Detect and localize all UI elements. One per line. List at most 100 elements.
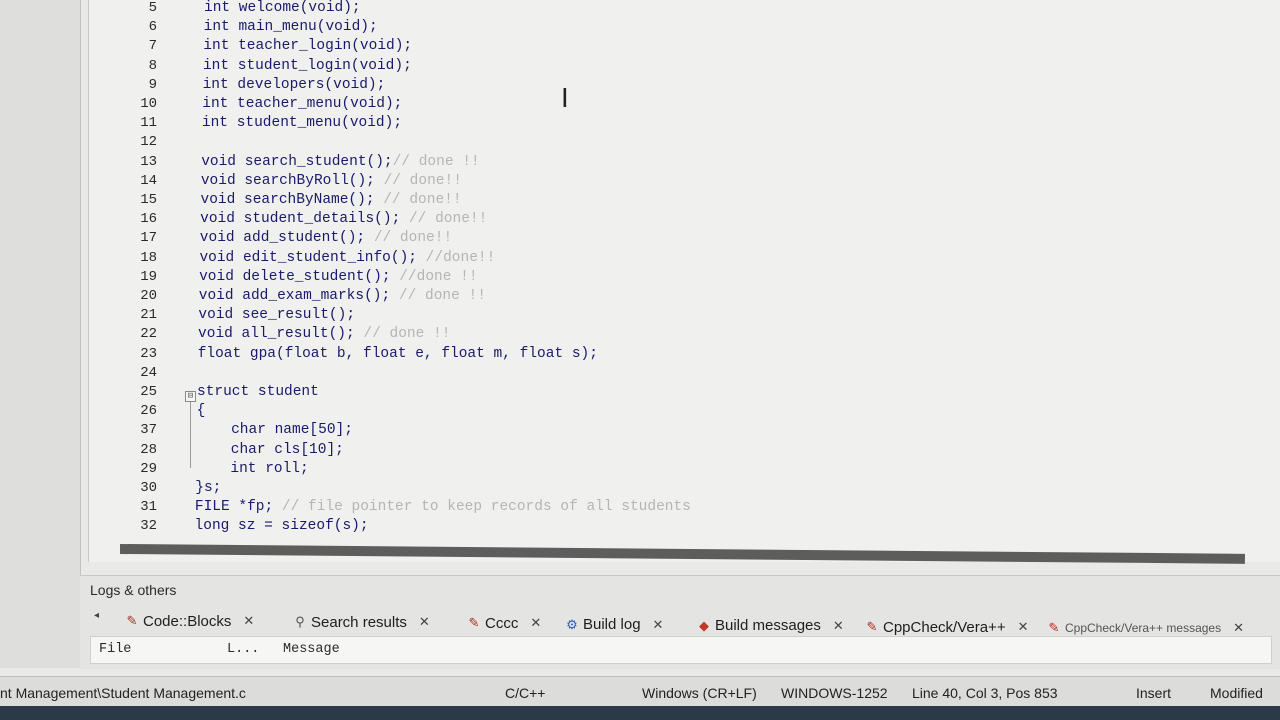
line-number: 6 — [148, 19, 157, 36]
code-text: void delete_student(); — [199, 268, 391, 285]
code-line[interactable]: void search_student();// done !! — [201, 154, 479, 170]
code-editor[interactable]: 5 6 7 8 9 10 11 12 13 14 15 16 17 18 19 20 21 22 23 24 25 26 3… — [88, 0, 1280, 562]
close-tab-icon[interactable]: ✕ — [1233, 620, 1244, 636]
line-number: 16 — [140, 211, 157, 228]
magnifier-icon: ⚲ — [295, 614, 305, 630]
line-number: 19 — [140, 268, 157, 285]
fold-guide-line — [190, 402, 191, 468]
code-line[interactable]: int roll; — [195, 460, 309, 477]
code-text: int student_menu(void); — [201, 115, 403, 132]
line-number: 24 — [140, 364, 157, 381]
column-message[interactable]: Message — [283, 642, 340, 657]
code-line[interactable]: void add_exam_marks(); // done !! — [199, 288, 486, 304]
line-number: 29 — [140, 460, 157, 477]
code-comment: // done!! — [365, 230, 453, 247]
pencil-icon: ✎ — [1048, 620, 1060, 636]
logs-tab-strip: ◂ ✎ Code::Blocks ✕ ⚲ Search results ✕ ✎ Cccc ✕ ⚙ B… — [80, 606, 1280, 637]
code-text: FILE *fp; — [194, 499, 274, 516]
code-comment: //done !! — [390, 268, 478, 285]
code-line[interactable]: void student_details(); // done!! — [200, 211, 487, 227]
code-line[interactable]: void delete_student(); //done !! — [199, 269, 477, 285]
code-line[interactable]: void all_result(); // done !! — [198, 326, 450, 342]
line-number: 17 — [140, 230, 157, 247]
tab-scroll-left-icon[interactable]: ◂ — [94, 610, 99, 621]
logs-panel-title: Logs & others — [90, 582, 177, 598]
close-tab-icon[interactable]: ✕ — [1018, 619, 1029, 635]
code-line[interactable]: int student_menu(void); — [202, 115, 402, 131]
close-tab-icon[interactable]: ✕ — [243, 613, 254, 629]
code-line[interactable]: long sz = sizeof(s); — [195, 518, 369, 534]
close-tab-icon[interactable]: ✕ — [833, 618, 844, 634]
code-text: void searchByRoll(); — [200, 172, 375, 189]
line-number: 13 — [140, 153, 157, 170]
line-number: 26 — [140, 403, 157, 420]
line-number: 18 — [140, 249, 157, 266]
red-marker-icon: ◆ — [699, 617, 709, 633]
code-comment: // done !! — [354, 326, 451, 343]
code-text: int teacher_menu(void); — [202, 96, 403, 112]
line-number: 5 — [148, 0, 157, 16]
logs-panel: Logs & others ◂ ✎ Code::Blocks ✕ ⚲ Search re… — [80, 575, 1280, 669]
logs-tab[interactable]: ⚙ Build log ✕ — [564, 614, 663, 636]
code-line[interactable]: int teacher_login(void); — [203, 38, 412, 54]
line-number: 10 — [140, 96, 157, 112]
logs-tab[interactable]: ✎ Code::Blocks ✕ — [124, 610, 255, 632]
status-line-endings: Windows (CR+LF) — [642, 685, 757, 701]
code-line[interactable]: { — [197, 403, 206, 419]
code-line[interactable]: char cls[10]; — [196, 442, 344, 458]
code-line[interactable]: char name[50]; — [196, 422, 353, 438]
code-line[interactable]: void searchByRoll(); // done!! — [201, 173, 462, 189]
line-number: 37 — [140, 422, 157, 439]
code-text: void edit_student_info(); — [199, 249, 417, 266]
code-line[interactable]: int teacher_menu(void); — [202, 96, 402, 112]
code-line[interactable]: void edit_student_info(); //done!! — [199, 250, 495, 266]
logs-tab[interactable]: ◆ Build messages ✕ — [696, 615, 844, 637]
code-text: void searchByName(); — [200, 192, 375, 208]
logs-tab-label: CppCheck/Vera++ — [883, 618, 1006, 636]
logs-tab-label: Cccc — [485, 614, 519, 632]
code-line[interactable]: int developers(void); — [203, 77, 386, 93]
logs-tab-label: Build log — [583, 616, 641, 634]
close-tab-icon[interactable]: ✕ — [653, 617, 664, 633]
code-comment: //done!! — [416, 249, 496, 266]
code-line[interactable]: void see_result(); — [198, 307, 355, 323]
code-text: char cls[10]; — [195, 441, 344, 458]
line-number: 9 — [148, 76, 157, 93]
code-text: void see_result(); — [198, 307, 356, 324]
code-text: void all_result(); — [198, 326, 355, 343]
code-comment: // done!! — [374, 192, 462, 208]
code-line[interactable]: float gpa(float b, float e, float m, flo… — [198, 346, 598, 362]
line-number: 22 — [140, 326, 157, 343]
line-number: 31 — [140, 499, 157, 516]
logs-tab[interactable]: ✎ Cccc ✕ — [466, 612, 542, 634]
code-line[interactable]: int welcome(void); — [204, 0, 361, 16]
code-line[interactable]: FILE *fp; // file pointer to keep record… — [195, 499, 691, 515]
code-line[interactable]: void searchByName(); // done!! — [201, 192, 462, 208]
close-tab-icon[interactable]: ✕ — [419, 614, 430, 630]
line-number: 15 — [140, 192, 157, 208]
logs-tab[interactable]: ⚲ Search results ✕ — [292, 611, 430, 633]
code-comment: // done!! — [374, 172, 462, 189]
code-comment: // done!! — [400, 211, 488, 228]
screen-bottom-edge — [0, 706, 1280, 720]
fold-collapse-icon[interactable]: ⊟ — [185, 391, 196, 402]
column-line[interactable]: L... — [227, 642, 259, 657]
logs-tab-label: Search results — [311, 613, 407, 631]
code-line[interactable]: struct student — [197, 384, 319, 400]
code-line[interactable]: void add_student(); // done!! — [200, 230, 452, 246]
code-comment: // done !! — [392, 153, 480, 170]
status-cursor-position: Line 40, Col 3, Pos 853 — [912, 685, 1058, 701]
code-text: int roll; — [195, 460, 309, 477]
code-line[interactable]: int student_login(void); — [203, 58, 412, 74]
left-dock-panel — [0, 0, 81, 668]
close-tab-icon[interactable]: ✕ — [530, 615, 541, 631]
line-number: 11 — [140, 115, 157, 132]
code-line[interactable]: }s; — [195, 480, 221, 496]
line-number: 30 — [140, 480, 157, 496]
code-comment: // done !! — [390, 288, 486, 304]
code-text: { — [196, 403, 206, 420]
code-line[interactable]: int main_menu(void); — [204, 19, 378, 35]
logs-tab[interactable]: ✎ CppCheck/Vera++ ✕ — [864, 616, 1029, 638]
line-number: 14 — [140, 172, 157, 189]
column-file[interactable]: File — [99, 642, 131, 657]
